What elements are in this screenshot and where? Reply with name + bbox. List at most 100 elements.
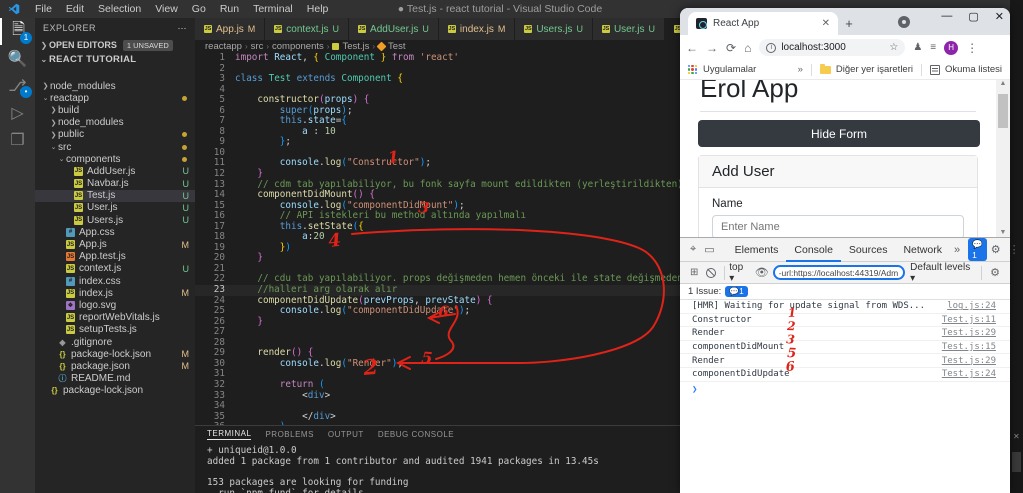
menu-file[interactable]: File bbox=[28, 3, 59, 15]
tree-item-reactapp[interactable]: ⌄reactapp bbox=[35, 92, 195, 104]
back-icon[interactable]: ← bbox=[686, 41, 698, 55]
panel-tab-debug-console[interactable]: DEBUG CONSOLE bbox=[378, 430, 454, 439]
issues-bar[interactable]: 1 Issue: 💬1 bbox=[680, 284, 1010, 300]
close-button[interactable]: ✕ bbox=[995, 10, 1004, 23]
kebab-menu-icon[interactable]: ⋮ bbox=[1009, 243, 1020, 256]
workspace-root[interactable]: ⌄ REACT TUTORIAL bbox=[35, 52, 195, 66]
tab-user.js[interactable]: JSUser.jsU bbox=[593, 18, 665, 40]
tree-item-src[interactable]: ⌄src bbox=[35, 141, 195, 153]
menu-view[interactable]: View bbox=[148, 3, 185, 15]
devtools-tab-console[interactable]: Console bbox=[786, 238, 841, 262]
issues-count-badge[interactable]: 💬1 bbox=[725, 286, 747, 297]
browser-tab[interactable]: React App ✕ bbox=[688, 12, 838, 35]
tree-item-app.js[interactable]: JSApp.jsM bbox=[35, 238, 195, 250]
tree-item-readme.md[interactable]: ⓘREADME.md bbox=[35, 373, 195, 385]
bookmark-apps[interactable]: Uygulamalar bbox=[703, 64, 756, 75]
tree-item-logo.svg[interactable]: ❖logo.svg bbox=[35, 299, 195, 311]
device-toolbar-icon[interactable]: ▭ bbox=[704, 243, 714, 256]
tree-item-setuptests.js[interactable]: JSsetupTests.js bbox=[35, 324, 195, 336]
tab-index.js[interactable]: JSindex.jsM bbox=[439, 18, 515, 40]
tree-item-navbar.js[interactable]: JSNavbar.jsU bbox=[35, 178, 195, 190]
scroll-up-icon[interactable]: ▲ bbox=[996, 80, 1010, 87]
tree-item-package-lock.json[interactable]: {}package-lock.json bbox=[35, 385, 195, 397]
breadcrumb-item[interactable]: src bbox=[251, 41, 264, 52]
menu-terminal[interactable]: Terminal bbox=[246, 3, 300, 15]
tree-item-index.js[interactable]: JSindex.jsM bbox=[35, 287, 195, 299]
activity-search-icon[interactable]: 🔍 bbox=[0, 45, 35, 72]
forward-icon[interactable]: → bbox=[706, 41, 718, 55]
gear-icon[interactable]: ⚙ bbox=[991, 243, 1001, 256]
activity-extensions-icon[interactable]: ❒ bbox=[0, 126, 35, 153]
tab-users.js[interactable]: JSUsers.jsU bbox=[515, 18, 593, 40]
devtools-tab-sources[interactable]: Sources bbox=[841, 238, 896, 262]
tree-item-public[interactable]: ❯public bbox=[35, 129, 195, 141]
site-info-icon[interactable]: i bbox=[766, 43, 776, 53]
tree-item-package-lock.json[interactable]: {}package-lock.jsonM bbox=[35, 348, 195, 360]
breadcrumb-item[interactable]: Test.js bbox=[342, 41, 369, 52]
menu-selection[interactable]: Selection bbox=[91, 3, 148, 15]
issues-message-badge[interactable]: 💬1 bbox=[968, 238, 987, 261]
extensions-icon[interactable]: ♟ bbox=[913, 42, 922, 53]
hide-form-button[interactable]: Hide Form bbox=[698, 120, 980, 147]
reading-list[interactable]: Okuma listesi bbox=[945, 64, 1002, 75]
tree-item-reportwebvitals.js[interactable]: JSreportWebVitals.js bbox=[35, 312, 195, 324]
tree-item-test.js[interactable]: JSTest.jsU bbox=[35, 190, 195, 202]
name-input[interactable] bbox=[712, 215, 964, 237]
breadcrumb-item[interactable]: components bbox=[272, 41, 324, 52]
menu-go[interactable]: Go bbox=[185, 3, 213, 15]
more-tabs-icon[interactable]: » bbox=[954, 244, 960, 256]
inspect-element-icon[interactable]: ⌖ bbox=[690, 243, 696, 256]
console-filter-input[interactable] bbox=[773, 265, 905, 280]
clear-console-icon[interactable] bbox=[706, 268, 716, 278]
tree-item-node_modules[interactable]: ❯node_modules bbox=[35, 80, 195, 92]
source-link[interactable]: Test.js:29 bbox=[942, 328, 996, 338]
scrollbar-thumb[interactable] bbox=[998, 94, 1008, 128]
profile-avatar[interactable]: H bbox=[944, 41, 958, 55]
bookmarks-overflow-icon[interactable]: » bbox=[798, 64, 803, 75]
apps-grid-icon[interactable] bbox=[688, 65, 698, 75]
tree-item-user.js[interactable]: JSUser.jsU bbox=[35, 202, 195, 214]
breadcrumb-item[interactable]: Test bbox=[388, 41, 405, 52]
source-link[interactable]: Test.js:11 bbox=[942, 315, 996, 325]
open-editors-section[interactable]: ❯ OPEN EDITORS 1 UNSAVED bbox=[35, 38, 195, 52]
tree-item-adduser.js[interactable]: JSAddUser.jsU bbox=[35, 165, 195, 177]
kebab-menu-icon[interactable]: ⋮ bbox=[966, 41, 978, 55]
tab-list-icon[interactable]: ≡ bbox=[930, 42, 936, 53]
source-link[interactable]: Test.js:15 bbox=[942, 342, 996, 352]
more-actions-icon[interactable]: ⋯ bbox=[178, 23, 188, 34]
console-prompt[interactable]: ❯ bbox=[680, 382, 1010, 395]
maximize-button[interactable]: ▢ bbox=[968, 10, 978, 23]
breadcrumb-item[interactable]: reactapp bbox=[205, 41, 242, 52]
console-sidebar-icon[interactable]: ⊞ bbox=[690, 267, 698, 278]
page-scrollbar[interactable]: ▲ ▼ bbox=[996, 80, 1010, 237]
activity-source-control-icon[interactable]: ⎇• bbox=[0, 72, 35, 99]
tree-item-build[interactable]: ❯build bbox=[35, 104, 195, 116]
tree-item-users.js[interactable]: JSUsers.jsU bbox=[35, 214, 195, 226]
tree-item-app.css[interactable]: #App.css bbox=[35, 226, 195, 238]
source-link[interactable]: log.js:24 bbox=[947, 301, 996, 311]
tree-item-context.js[interactable]: JScontext.jsU bbox=[35, 263, 195, 275]
menu-run[interactable]: Run bbox=[213, 3, 246, 15]
source-link[interactable]: Test.js:29 bbox=[942, 356, 996, 366]
reload-icon[interactable]: ⟳ bbox=[726, 41, 736, 55]
tree-item-package.json[interactable]: {}package.jsonM bbox=[35, 360, 195, 372]
log-levels-selector[interactable]: Default levels ▾ bbox=[910, 262, 977, 284]
menu-edit[interactable]: Edit bbox=[59, 3, 91, 15]
other-bookmarks[interactable]: Diğer yer işaretleri bbox=[836, 64, 913, 75]
panel-tab-output[interactable]: OUTPUT bbox=[328, 430, 364, 439]
eye-icon[interactable]: 👁 bbox=[755, 266, 769, 279]
console-settings-gear-icon[interactable]: ⚙ bbox=[990, 266, 1000, 279]
tree-item-components[interactable]: ⌄components bbox=[35, 153, 195, 165]
tree-item-app.test.js[interactable]: JSApp.test.js bbox=[35, 251, 195, 263]
minimize-button[interactable]: — bbox=[941, 10, 952, 23]
browser-update-icon[interactable] bbox=[898, 16, 910, 28]
tab-adduser.js[interactable]: JSAddUser.jsU bbox=[349, 18, 439, 40]
tree-item-node_modules[interactable]: ❯node_modules bbox=[35, 117, 195, 129]
scroll-down-icon[interactable]: ▼ bbox=[996, 229, 1010, 236]
context-selector[interactable]: top ▾ bbox=[729, 262, 750, 284]
tree-item-index.css[interactable]: #index.css bbox=[35, 275, 195, 287]
panel-tab-problems[interactable]: PROBLEMS bbox=[265, 430, 313, 439]
devtools-tab-network[interactable]: Network bbox=[895, 238, 950, 262]
tree-item-.gitignore[interactable]: ◈.gitignore bbox=[35, 336, 195, 348]
tab-context.js[interactable]: JScontext.jsU bbox=[265, 18, 349, 40]
